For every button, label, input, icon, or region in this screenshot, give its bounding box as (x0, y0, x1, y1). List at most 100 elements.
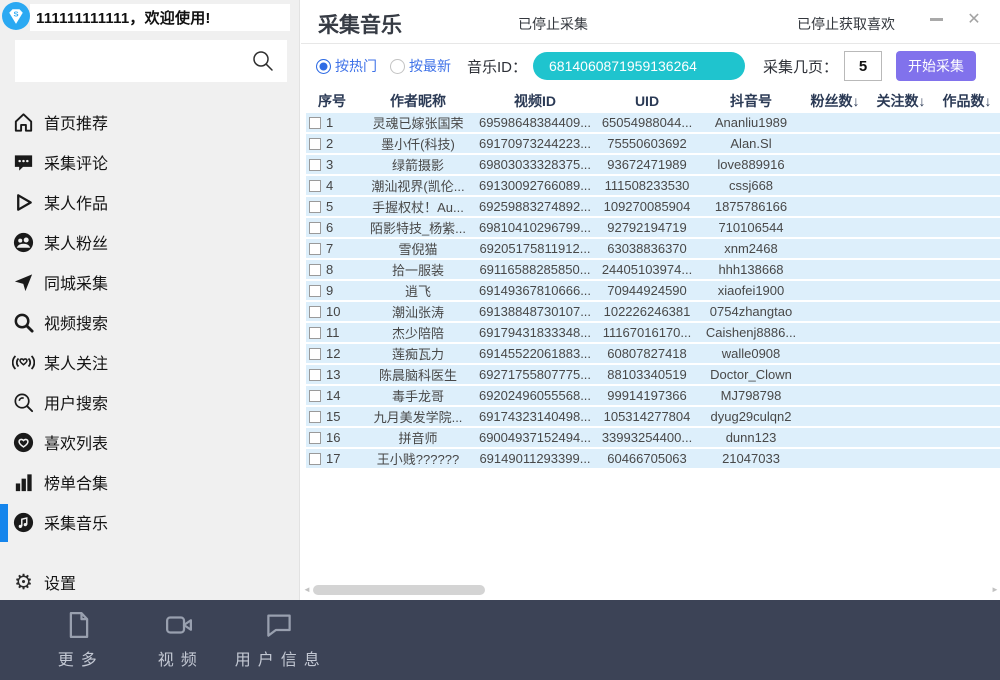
scrollbar-thumb[interactable] (313, 585, 485, 595)
settings-label: 设置 (44, 570, 76, 594)
follow-icon (12, 351, 35, 374)
row-index: 7 (326, 241, 333, 256)
row-checkbox[interactable] (309, 285, 321, 297)
bottom-toolbar-item[interactable]: 更多 (36, 610, 122, 670)
sidebar-item[interactable]: 采集音乐 (0, 502, 300, 542)
cell-nickname: 陌影特技_杨紫... (360, 218, 476, 237)
row-checkbox[interactable] (309, 432, 321, 444)
heart-icon (12, 431, 35, 454)
sidebar-item-label: 首页推荐 (44, 110, 108, 134)
sidebar-item[interactable]: 榜单合集 (0, 462, 300, 502)
table-row[interactable]: 12 莲痴瓦力 69145522061883... 60807827418 wa… (306, 344, 1000, 363)
cell-nickname: 绿箭摄影 (360, 155, 476, 174)
logo-row: S 111111111111，欢迎使用! (0, 0, 300, 34)
sidebar-search-input[interactable] (15, 40, 287, 82)
table-row[interactable]: 5 手握权杖！Au... 69259883274892... 109270085… (306, 197, 1000, 216)
sidebar-item[interactable]: 用户搜索 (0, 382, 300, 422)
sidebar-item[interactable]: 喜欢列表 (0, 422, 300, 462)
radio-by-newest[interactable]: 按最新 (390, 56, 451, 76)
row-checkbox[interactable] (309, 348, 321, 360)
table-row[interactable]: 15 九月美发学院... 69174323140498... 105314277… (306, 407, 1000, 426)
cell-video-id: 69145522061883... (476, 346, 594, 361)
table-row[interactable]: 1 灵魂已嫁张国荣 69598648384409... 65054988044.… (306, 113, 1000, 132)
cell-uid: 65054988044... (594, 115, 700, 130)
cell-nickname: 墨小仟(科技) (360, 134, 476, 153)
cell-uid: 75550603692 (594, 136, 700, 151)
filter-toolbar: 按热门 按最新 音乐ID： 采集几页： 开始采集 (301, 44, 1000, 88)
start-collect-button[interactable]: 开始采集 (896, 51, 976, 81)
minimize-button[interactable] (923, 8, 949, 30)
video-icon (164, 610, 194, 640)
row-checkbox[interactable] (309, 201, 321, 213)
pages-count-input[interactable] (844, 51, 882, 81)
col-header-works-sort[interactable]: 作品数↓ (934, 91, 1000, 111)
sidebar-item[interactable]: 某人关注 (0, 342, 300, 382)
row-checkbox[interactable] (309, 264, 321, 276)
table-row[interactable]: 10 潮汕张涛 69138848730107... 102226246381 0… (306, 302, 1000, 321)
message-icon (264, 610, 294, 640)
results-table: 序号 作者昵称 视频ID UID 抖音号 粉丝数↓ 关注数↓ 作品数↓ 1 (306, 90, 1000, 470)
sidebar-item-label: 采集音乐 (44, 510, 108, 534)
col-header-fans-sort[interactable]: 粉丝数↓ (802, 91, 868, 111)
bottom-toolbar: 更多 视频 用户信息 (0, 600, 1000, 680)
col-header-follows-sort[interactable]: 关注数↓ (868, 91, 934, 111)
sidebar-item[interactable]: 同城采集 (0, 262, 300, 302)
cell-video-id: 69149367810666... (476, 283, 594, 298)
row-checkbox[interactable] (309, 369, 321, 381)
table-row[interactable]: 4 潮汕视界(凯伦... 69130092766089... 111508233… (306, 176, 1000, 195)
row-checkbox[interactable] (309, 222, 321, 234)
sidebar-item[interactable]: 首页推荐 (0, 102, 300, 142)
search-icon[interactable] (251, 49, 275, 73)
table-row[interactable]: 16 拼音师 69004937152494... 33993254400... … (306, 428, 1000, 447)
table-row[interactable]: 8 拾一服装 69116588285850... 24405103974... … (306, 260, 1000, 279)
row-checkbox[interactable] (309, 327, 321, 339)
table-row[interactable]: 17 王小贱?????? 69149011293399... 604667050… (306, 449, 1000, 468)
pages-label: 采集几页： (763, 56, 838, 77)
table-row[interactable]: 14 毒手龙哥 69202496055568... 99914197366 MJ… (306, 386, 1000, 405)
col-header-index: 序号 (306, 91, 360, 111)
bottom-toolbar-item[interactable]: 用户信息 (236, 610, 322, 670)
row-index: 16 (326, 430, 340, 445)
sidebar-item[interactable]: 采集评论 (0, 142, 300, 182)
row-checkbox[interactable] (309, 180, 321, 192)
cell-uid: 88103340519 (594, 367, 700, 382)
table-row[interactable]: 6 陌影特技_杨紫... 69810410296799... 927921947… (306, 218, 1000, 237)
scroll-left-arrow-icon[interactable]: ◄ (303, 584, 311, 596)
scrollbar-track[interactable] (311, 584, 991, 596)
row-checkbox[interactable] (309, 411, 321, 423)
bottom-toolbar-item[interactable]: 视频 (136, 610, 222, 670)
cell-uid: 11167016170... (594, 325, 700, 340)
sidebar-item[interactable]: 某人粉丝 (0, 222, 300, 262)
bottom-item-label: 用户信息 (231, 646, 327, 670)
radio-by-hot[interactable]: 按热门 (316, 56, 377, 76)
cell-nickname: 雪倪猫 (360, 239, 476, 258)
row-checkbox[interactable] (309, 390, 321, 402)
row-checkbox[interactable] (309, 306, 321, 318)
cell-douyin-id: love889916 (700, 157, 802, 172)
close-button[interactable]: ✕ (961, 8, 987, 30)
row-index: 14 (326, 388, 340, 403)
table-row[interactable]: 3 绿箭摄影 69803033328375... 93672471989 lov… (306, 155, 1000, 174)
row-checkbox[interactable] (309, 117, 321, 129)
scroll-right-arrow-icon[interactable]: ► (991, 584, 999, 596)
music-id-input[interactable] (533, 52, 745, 80)
row-index: 13 (326, 367, 340, 382)
cell-uid: 33993254400... (594, 430, 700, 445)
row-checkbox[interactable] (309, 159, 321, 171)
sidebar-item[interactable]: 视频搜索 (0, 302, 300, 342)
table-row[interactable]: 11 杰少陪陪 69179431833348... 11167016170...… (306, 323, 1000, 342)
table-row[interactable]: 7 雪倪猫 69205175811912... 63038836370 xnm2… (306, 239, 1000, 258)
row-checkbox[interactable] (309, 453, 321, 465)
sidebar-item-settings[interactable]: ⚙ 设置 (0, 564, 300, 600)
radio-unselected-icon (390, 59, 405, 74)
sidebar-item[interactable]: 某人作品 (0, 182, 300, 222)
table-row[interactable]: 9 逍飞 69149367810666... 70944924590 xiaof… (306, 281, 1000, 300)
app-window: S 111111111111，欢迎使用! 首页推荐 采集评论 (0, 0, 1000, 680)
table-row[interactable]: 2 墨小仟(科技) 69170973244223... 75550603692 … (306, 134, 1000, 153)
cell-uid: 60807827418 (594, 346, 700, 361)
row-checkbox[interactable] (309, 243, 321, 255)
row-checkbox[interactable] (309, 138, 321, 150)
cell-video-id: 69810410296799... (476, 220, 594, 235)
cell-video-id: 69174323140498... (476, 409, 594, 424)
table-row[interactable]: 13 陈晨脑科医生 69271755807775... 88103340519 … (306, 365, 1000, 384)
